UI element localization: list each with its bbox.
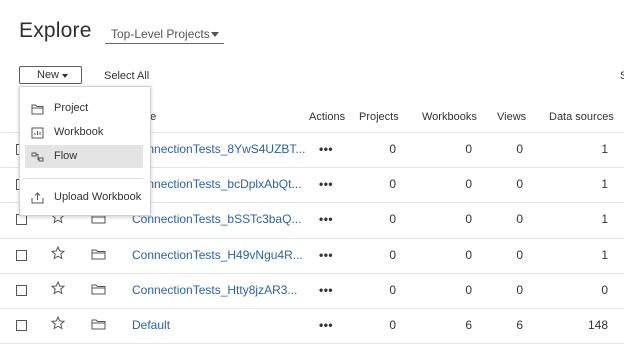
new-dropdown-menu: Project Workbook Flow Upload Workbook: [19, 86, 151, 216]
workbook-icon: [31, 127, 44, 139]
folder-icon: [91, 284, 106, 295]
actions-menu-icon[interactable]: •••: [319, 248, 333, 262]
menu-item-label: Workbook: [54, 126, 104, 138]
data-sources-count: 1: [601, 212, 608, 226]
folder-icon: [91, 319, 106, 330]
menu-item-label: Flow: [54, 150, 78, 162]
select-all-button[interactable]: Select All: [104, 70, 149, 82]
new-button[interactable]: New: [19, 66, 82, 84]
caret-down-icon: [62, 74, 68, 78]
menu-item-flow[interactable]: Flow: [25, 145, 143, 168]
chevron-down-icon: [211, 32, 219, 37]
column-header-views[interactable]: Views: [497, 111, 526, 123]
project-link[interactable]: ConnectionTests_H49vNgu4R...: [132, 248, 303, 262]
projects-count: 0: [389, 177, 396, 191]
workbooks-count: 0: [465, 248, 472, 262]
column-header-workbooks[interactable]: Workbooks: [422, 111, 477, 123]
upload-icon: [31, 192, 44, 204]
project-link[interactable]: ConnectionTests_8YwS4UZBT...: [132, 142, 305, 156]
workbooks-count: 0: [465, 177, 472, 191]
data-sources-count: 1: [601, 177, 608, 191]
menu-separator: [25, 178, 143, 179]
data-sources-count: 0: [601, 283, 608, 297]
actions-menu-icon[interactable]: •••: [319, 177, 333, 191]
column-header-data-sources[interactable]: Data sources: [549, 111, 614, 123]
views-count: 6: [516, 318, 523, 332]
menu-item-project[interactable]: Project: [25, 97, 143, 120]
workbooks-count: 6: [465, 318, 472, 332]
views-count: 0: [516, 177, 523, 191]
workbooks-count: 0: [465, 142, 472, 156]
actions-menu-icon[interactable]: •••: [319, 212, 333, 226]
column-header-actions: Actions: [309, 111, 346, 123]
project-link[interactable]: ConnectionTests_Htty8jzAR3...: [132, 283, 297, 297]
actions-menu-icon[interactable]: •••: [319, 142, 333, 156]
views-count: 0: [516, 283, 523, 297]
workbooks-count: 0: [465, 212, 472, 226]
folder-icon: [31, 104, 44, 115]
view-selector-dropdown[interactable]: Top-Level Projects: [105, 26, 224, 44]
favorite-star-icon[interactable]: [51, 281, 65, 295]
views-count: 0: [516, 142, 523, 156]
table-row: ConnectionTests_Htty8jzAR3... ••• 0 0 0 …: [0, 274, 624, 309]
data-sources-count: 1: [601, 142, 608, 156]
views-count: 0: [516, 248, 523, 262]
favorite-star-icon[interactable]: [51, 316, 65, 330]
views-count: 0: [516, 212, 523, 226]
project-link[interactable]: ConnectionTests_bcDplxAbQt...: [132, 177, 301, 191]
actions-menu-icon[interactable]: •••: [319, 283, 333, 297]
projects-count: 0: [389, 212, 396, 226]
projects-count: 0: [389, 283, 396, 297]
menu-item-label: Upload Workbook: [54, 191, 142, 203]
new-button-label: New: [37, 69, 60, 81]
favorite-star-icon[interactable]: [51, 246, 65, 260]
data-sources-count: 1: [601, 248, 608, 262]
table-row: ConnectionTests_H49vNgu4R... ••• 0 0 0 1: [0, 239, 624, 274]
data-sources-count: 148: [587, 318, 608, 332]
row-checkbox[interactable]: [16, 320, 27, 331]
menu-item-upload-workbook[interactable]: Upload Workbook: [25, 186, 143, 209]
row-checkbox[interactable]: [16, 250, 27, 261]
menu-item-workbook[interactable]: Workbook: [25, 121, 143, 144]
view-selector-label: Top-Level Projects: [111, 27, 210, 41]
page-title: Explore: [19, 19, 92, 42]
toolbar-edge-text: S: [620, 70, 624, 82]
projects-count: 0: [389, 318, 396, 332]
menu-item-label: Project: [54, 102, 89, 114]
workbooks-count: 0: [465, 283, 472, 297]
project-link[interactable]: Default: [132, 318, 170, 332]
folder-icon: [91, 249, 106, 260]
projects-count: 0: [389, 248, 396, 262]
column-header-projects[interactable]: Projects: [359, 111, 399, 123]
projects-count: 0: [389, 142, 396, 156]
actions-menu-icon[interactable]: •••: [319, 318, 333, 332]
flow-icon: [31, 152, 44, 162]
row-checkbox[interactable]: [16, 285, 27, 296]
table-row: Default ••• 0 6 6 148: [0, 309, 624, 344]
project-link[interactable]: ConnectionTests_bSSTc3baQ...: [132, 212, 301, 226]
